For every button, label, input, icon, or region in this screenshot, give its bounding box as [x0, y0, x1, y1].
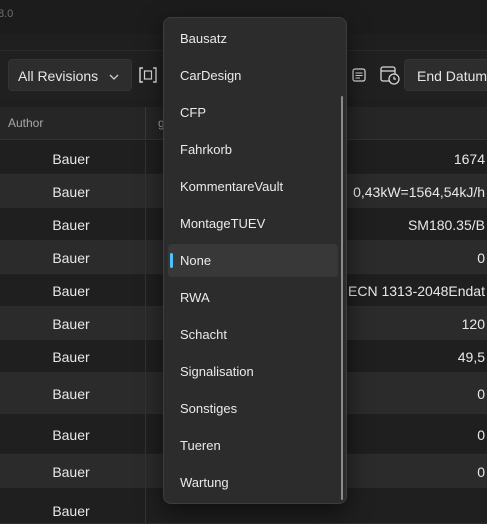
- dropdown-option[interactable]: Bausatz: [168, 22, 338, 55]
- author-cell: Bauer: [52, 464, 90, 480]
- dropdown-option-label: Sonstiges: [180, 401, 238, 416]
- dropdown-option[interactable]: CFP: [168, 96, 338, 129]
- author-cell: Bauer: [52, 316, 90, 332]
- value-cell: ECN 1313-2048Endat: [348, 283, 485, 299]
- dropdown-option[interactable]: Signalisation: [168, 355, 338, 388]
- cell-divider: [145, 141, 146, 174]
- calendar-clock-icon[interactable]: [376, 61, 404, 89]
- dropdown-option[interactable]: MontageTUEV: [168, 207, 338, 240]
- cell-divider: [145, 414, 146, 454]
- author-cell: Bauer: [52, 151, 90, 167]
- cell-divider: [145, 208, 146, 240]
- dropdown-option[interactable]: CarDesign: [168, 59, 338, 92]
- category-dropdown-menu: Bausatz CarDesign CFP Fahrkorb Kommentar…: [163, 17, 347, 504]
- author-cell: Bauer: [52, 217, 90, 233]
- selection-indicator: [170, 253, 173, 268]
- dropdown-option-label: CFP: [180, 105, 206, 120]
- cell-divider: [145, 373, 146, 413]
- dropdown-option[interactable]: Tueren: [168, 429, 338, 462]
- end-date-button[interactable]: End Datum: [404, 59, 487, 91]
- author-cell: Bauer: [52, 349, 90, 365]
- frame-select-icon[interactable]: [134, 61, 162, 89]
- dropdown-option-label: None: [180, 253, 212, 268]
- author-cell: Bauer: [52, 184, 90, 200]
- dropdown-option-label: CarDesign: [180, 68, 242, 83]
- revision-filter-value: All Revisions: [18, 68, 99, 84]
- cell-divider: [145, 455, 146, 487]
- dropdown-option-label: Fahrkorb: [180, 142, 233, 157]
- cell-divider: [145, 307, 146, 339]
- dropdown-option[interactable]: KommentareVault: [168, 170, 338, 203]
- value-cell: 120: [461, 316, 485, 332]
- dropdown-option-label: Signalisation: [180, 364, 254, 379]
- author-cell: Bauer: [52, 427, 90, 443]
- dropdown-option-label: Bausatz: [180, 31, 227, 46]
- column-header-author[interactable]: Author: [8, 116, 43, 130]
- chevron-down-icon: [109, 69, 119, 85]
- calendar-icon[interactable]: [345, 61, 373, 89]
- author-cell: Bauer: [52, 283, 90, 299]
- dropdown-option[interactable]: Schacht: [168, 318, 338, 351]
- dropdown-option-label: Tueren: [180, 438, 221, 453]
- dropdown-option[interactable]: Sonstiges: [168, 392, 338, 425]
- author-cell: Bauer: [52, 503, 90, 519]
- dropdown-option[interactable]: RWA: [168, 281, 338, 314]
- cell-divider: [145, 274, 146, 306]
- dropdown-option-label: Schacht: [180, 327, 227, 342]
- value-cell: 49,5: [457, 349, 485, 365]
- dropdown-option-label: Wartung: [180, 475, 229, 490]
- value-cell: SM180.35/B: [407, 217, 485, 233]
- end-date-label: End Datum: [417, 68, 487, 84]
- value-cell: 0,43kW=1564,54kJ/h: [353, 184, 485, 200]
- author-cell: Bauer: [52, 386, 90, 402]
- value-cell: 0: [477, 386, 485, 402]
- cell-divider: [145, 340, 146, 372]
- dropdown-option-label: MontageTUEV: [180, 216, 266, 231]
- value-cell: 0: [477, 464, 485, 480]
- dropdown-option-label: RWA: [180, 290, 210, 305]
- app-version: 8.0: [0, 8, 14, 20]
- author-cell: Bauer: [52, 250, 90, 266]
- dropdown-option-label: KommentareVault: [180, 179, 284, 194]
- revision-filter-select[interactable]: All Revisions: [8, 59, 132, 91]
- value-cell: 0: [477, 250, 485, 266]
- dropdown-option-selected[interactable]: None: [168, 244, 338, 277]
- cell-divider: [145, 175, 146, 207]
- cell-divider: [145, 241, 146, 273]
- cell-divider: [145, 488, 146, 523]
- dropdown-option[interactable]: Fahrkorb: [168, 133, 338, 166]
- dropdown-scrollbar[interactable]: [341, 96, 343, 500]
- column-divider[interactable]: [145, 107, 146, 139]
- value-cell: 1674: [453, 151, 485, 167]
- dropdown-option[interactable]: Wartung: [168, 466, 338, 499]
- value-cell: 0: [477, 427, 485, 443]
